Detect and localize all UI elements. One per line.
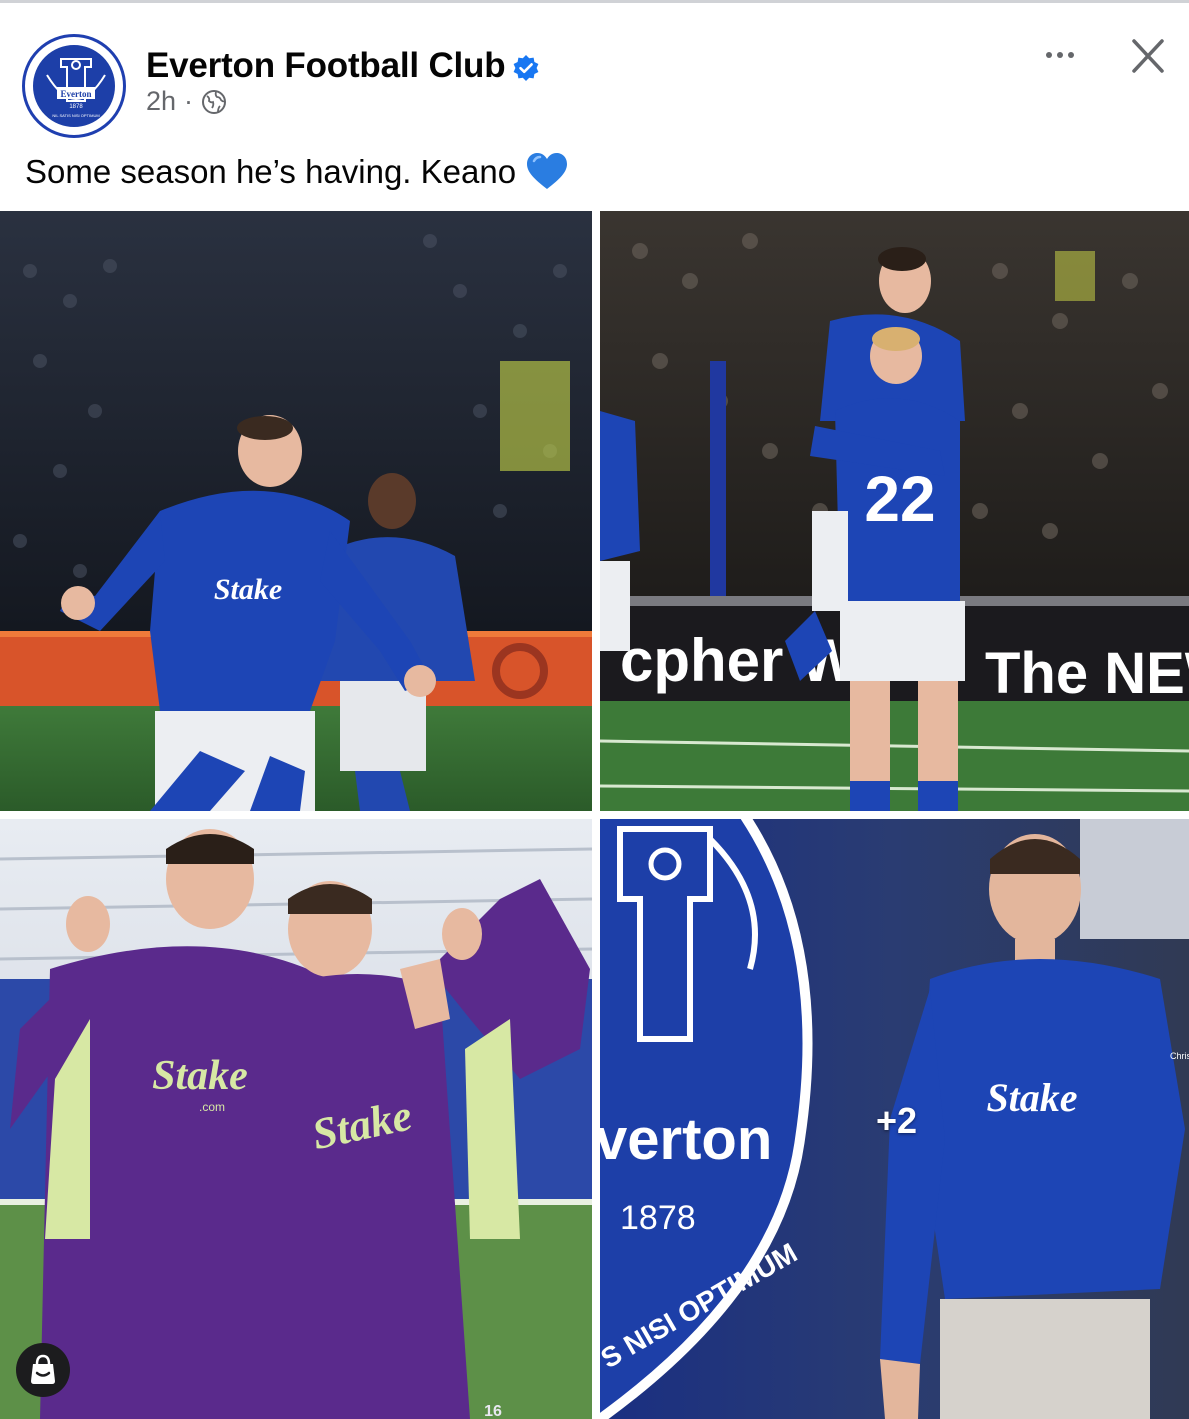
post-meta: 2h · [146,86,227,117]
close-icon[interactable] [1126,36,1170,76]
shirt-number-small: 16 [484,1403,502,1419]
side-text: Christ Marc [1170,1051,1189,1061]
blue-heart-icon [527,153,568,189]
board-text-2: The NEW [985,641,1189,706]
avatar-crest-year: 1878 [69,104,83,110]
crest-year: 1878 [620,1199,696,1237]
verified-badge-icon [513,55,539,81]
training-sponsor-sub-1: .com [199,1100,225,1114]
jersey-sponsor-1: Stake [214,573,282,606]
more-photos-count[interactable]: +2 [876,1100,917,1142]
dot-icon [1046,52,1052,58]
more-options-button[interactable] [1040,40,1080,70]
photo-celebration-running[interactable]: Stake [0,211,592,811]
avatar-crest-motto: NIL SATIS NISI OPTIMUM [52,113,99,118]
training-sponsor-1: Stake [152,1053,248,1099]
page-avatar[interactable]: Everton 1878 NIL SATIS NISI OPTIMUM [22,34,126,138]
avatar-crest-text: Everton [61,89,92,99]
photo-celebration-hug[interactable]: cpher W The NEW 22 [600,211,1189,811]
post-caption: Some season he’s having. Keano [25,152,568,192]
dot-icon [1068,52,1074,58]
dot-icon [1057,52,1063,58]
shopping-bag-button[interactable] [16,1343,70,1397]
photo-training-pair[interactable]: Stake .com Stake 16 [0,819,592,1419]
meta-separator: · [184,86,194,116]
tunnel-sponsor: Stake [986,1075,1077,1120]
crest-text: verton [600,1107,772,1172]
shirt-number: 22 [864,463,935,535]
top-divider [0,0,1189,3]
caption-text: Some season he’s having. Keano [25,153,517,190]
page-name[interactable]: Everton Football Club [146,46,506,86]
everton-crest-icon: Everton 1878 NIL SATIS NISI OPTIMUM [31,43,117,129]
post-time[interactable]: 2h [146,86,176,117]
shopping-bag-icon [31,1354,55,1384]
globe-icon[interactable] [201,89,227,115]
